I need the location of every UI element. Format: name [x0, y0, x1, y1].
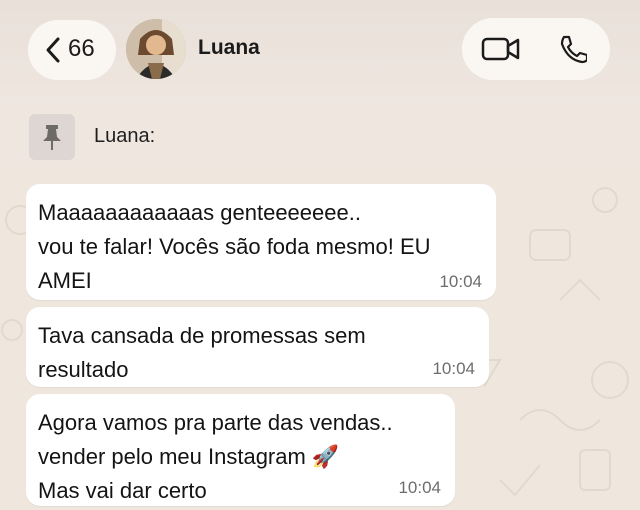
message-text: Maaaaaaaaaaaas genteeeeeee.. vou te fala…: [38, 200, 431, 293]
message-text: Agora vamos pra parte das vendas.. vende…: [38, 410, 393, 503]
contact-name[interactable]: Luana: [198, 36, 260, 60]
message-bubble[interactable]: Maaaaaaaaaaaas genteeeeeee.. vou te fala…: [26, 184, 496, 300]
message-time: 10:04: [439, 272, 482, 291]
pin-badge: [29, 114, 75, 160]
avatar[interactable]: [126, 19, 186, 79]
message-time: 10:04: [398, 478, 441, 497]
pin-icon: [43, 125, 61, 150]
avatar-photo: [126, 19, 186, 79]
pinned-message-text: Luana:: [94, 125, 156, 147]
message-text: Tava cansada de promessas sem resultado: [38, 323, 366, 382]
back-button[interactable]: 66: [28, 20, 116, 80]
message-bubble[interactable]: Agora vamos pra parte das vendas.. vende…: [26, 394, 455, 506]
pinned-message-bar[interactable]: Luana:: [0, 108, 640, 170]
video-call-icon[interactable]: [481, 36, 521, 62]
message-bubble[interactable]: Tava cansada de promessas sem resultado …: [26, 307, 489, 387]
unread-count: 66: [68, 35, 95, 62]
call-actions: [462, 18, 610, 80]
message-time: 10:04: [432, 359, 475, 378]
chevron-left-icon: [46, 37, 60, 63]
chat-header: 66 Luana: [0, 0, 640, 108]
phone-icon[interactable]: [557, 34, 587, 64]
